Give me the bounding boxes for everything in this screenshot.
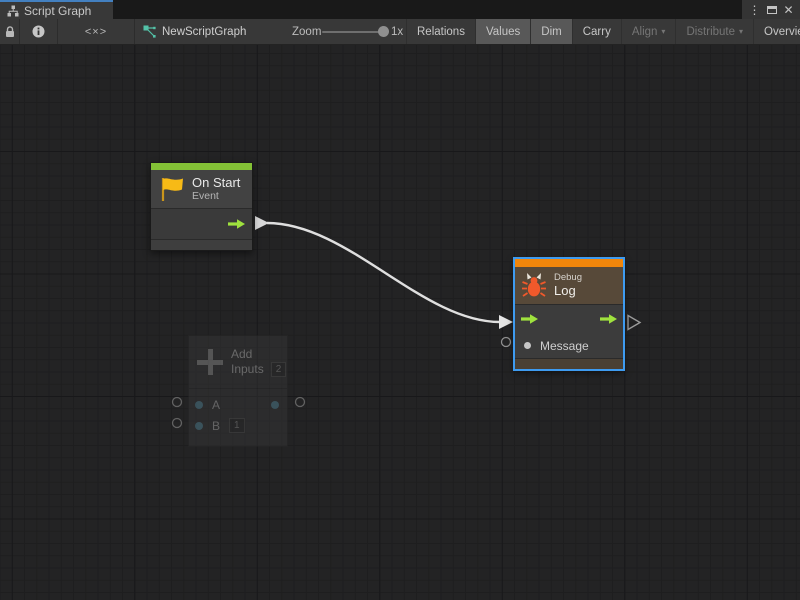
values-label: Values xyxy=(486,26,520,38)
value-output-port[interactable] xyxy=(271,401,279,409)
value-port-b[interactable] xyxy=(195,422,203,430)
zoom-label: Zoom xyxy=(292,19,321,44)
node-on-start[interactable]: On Start Event xyxy=(150,162,253,251)
bug-icon xyxy=(522,273,546,299)
title-strip: Script Graph ⋮ ✕ xyxy=(0,0,800,19)
zoom-value: 1x xyxy=(391,19,403,44)
graph-asset-name: NewScriptGraph xyxy=(162,26,246,38)
flow-output-port[interactable] xyxy=(228,218,245,230)
plus-icon xyxy=(197,349,223,375)
graph-hierarchy-icon xyxy=(7,5,19,17)
tab-title: Script Graph xyxy=(24,4,91,18)
zoom-slider-knob[interactable] xyxy=(378,26,389,37)
window-menu-icon[interactable]: ⋮ xyxy=(748,4,760,16)
info-icon xyxy=(32,25,45,38)
inputs-count-field[interactable]: 2 xyxy=(271,362,287,377)
flag-icon xyxy=(159,175,185,203)
overview-button[interactable]: Overview xyxy=(753,19,800,44)
debug-message-row: Message xyxy=(515,333,623,358)
window-controls: ⋮ ✕ xyxy=(742,0,800,19)
add-node-body: A B 1 xyxy=(189,388,287,436)
node-title: On Start xyxy=(192,176,240,191)
code-preview-toggle[interactable]: <×> xyxy=(58,19,135,44)
flow-input-port[interactable] xyxy=(521,313,538,325)
add-title-line1: Add xyxy=(231,347,286,362)
add-node-header: Add Inputs 2 xyxy=(189,336,287,388)
port-row-b: B 1 xyxy=(189,415,287,436)
carry-toggle[interactable]: Carry xyxy=(572,19,621,44)
carry-label: Carry xyxy=(583,26,611,38)
chevron-down-icon: ▾ xyxy=(739,27,743,36)
port-a-label: A xyxy=(212,398,220,412)
close-icon[interactable]: ✕ xyxy=(783,4,793,16)
event-color-strip xyxy=(151,163,252,170)
script-graph-asset-icon xyxy=(143,25,156,38)
output-trigger-outline-icon xyxy=(628,316,640,330)
distribute-dropdown[interactable]: Distribute ▾ xyxy=(675,19,753,44)
graph-canvas[interactable]: On Start Event xyxy=(0,45,800,600)
debug-color-strip xyxy=(515,259,623,267)
wire-overlay xyxy=(0,45,800,600)
message-port-ring xyxy=(502,338,511,347)
message-port-label: Message xyxy=(540,339,589,353)
add-title-line2: Inputs xyxy=(231,362,264,377)
dim-label: Dim xyxy=(541,26,561,38)
node-debug-log[interactable]: Debug Log Message xyxy=(514,258,624,370)
info-button[interactable] xyxy=(20,19,58,44)
debug-log-header: Debug Log xyxy=(515,267,623,304)
zoom-slider-track[interactable] xyxy=(322,31,379,33)
align-label: Align xyxy=(632,26,658,38)
overview-label: Overview xyxy=(764,26,800,38)
graph-asset[interactable]: NewScriptGraph xyxy=(135,19,246,44)
port-b-label: B xyxy=(212,419,220,433)
wire-start-cap xyxy=(255,216,269,230)
value-port-a[interactable] xyxy=(195,401,203,409)
node-category: Debug xyxy=(554,272,582,283)
lock-icon xyxy=(5,26,15,38)
lock-button[interactable] xyxy=(0,19,20,44)
relations-label: Relations xyxy=(417,26,465,38)
node-add-inputs-wrapper: Add Inputs 2 A B 1 xyxy=(170,335,310,455)
control-wire xyxy=(267,223,500,322)
on-start-header: On Start Event xyxy=(151,170,252,208)
node-footer xyxy=(515,358,623,369)
maximize-icon[interactable] xyxy=(767,6,777,14)
port-b-value-field[interactable]: 1 xyxy=(229,418,245,433)
chevron-down-icon: ▾ xyxy=(661,27,665,36)
node-footer xyxy=(151,239,252,250)
values-toggle[interactable]: Values xyxy=(475,19,530,44)
debug-flow-row xyxy=(515,304,623,333)
port-row-a: A xyxy=(189,394,287,415)
toolbar-buttons: Relations Values Dim Carry Align ▾ Distr… xyxy=(406,19,800,44)
node-add-inputs[interactable]: Add Inputs 2 A B 1 xyxy=(188,335,288,447)
flow-output-port[interactable] xyxy=(600,313,617,325)
message-value-port[interactable] xyxy=(524,342,531,349)
code-icon: <×> xyxy=(85,26,107,38)
node-title: Log xyxy=(554,283,582,299)
dim-toggle[interactable]: Dim xyxy=(530,19,571,44)
tab-script-graph[interactable]: Script Graph xyxy=(0,0,113,19)
wire-arrowhead xyxy=(499,315,513,329)
on-start-output-row xyxy=(151,208,252,239)
node-subtitle: Event xyxy=(192,190,240,202)
graph-toolbar: <×> NewScriptGraph Zoom 1x Relations Val… xyxy=(0,19,800,45)
align-dropdown[interactable]: Align ▾ xyxy=(621,19,676,44)
distribute-label: Distribute xyxy=(686,26,735,38)
relations-toggle[interactable]: Relations xyxy=(406,19,475,44)
